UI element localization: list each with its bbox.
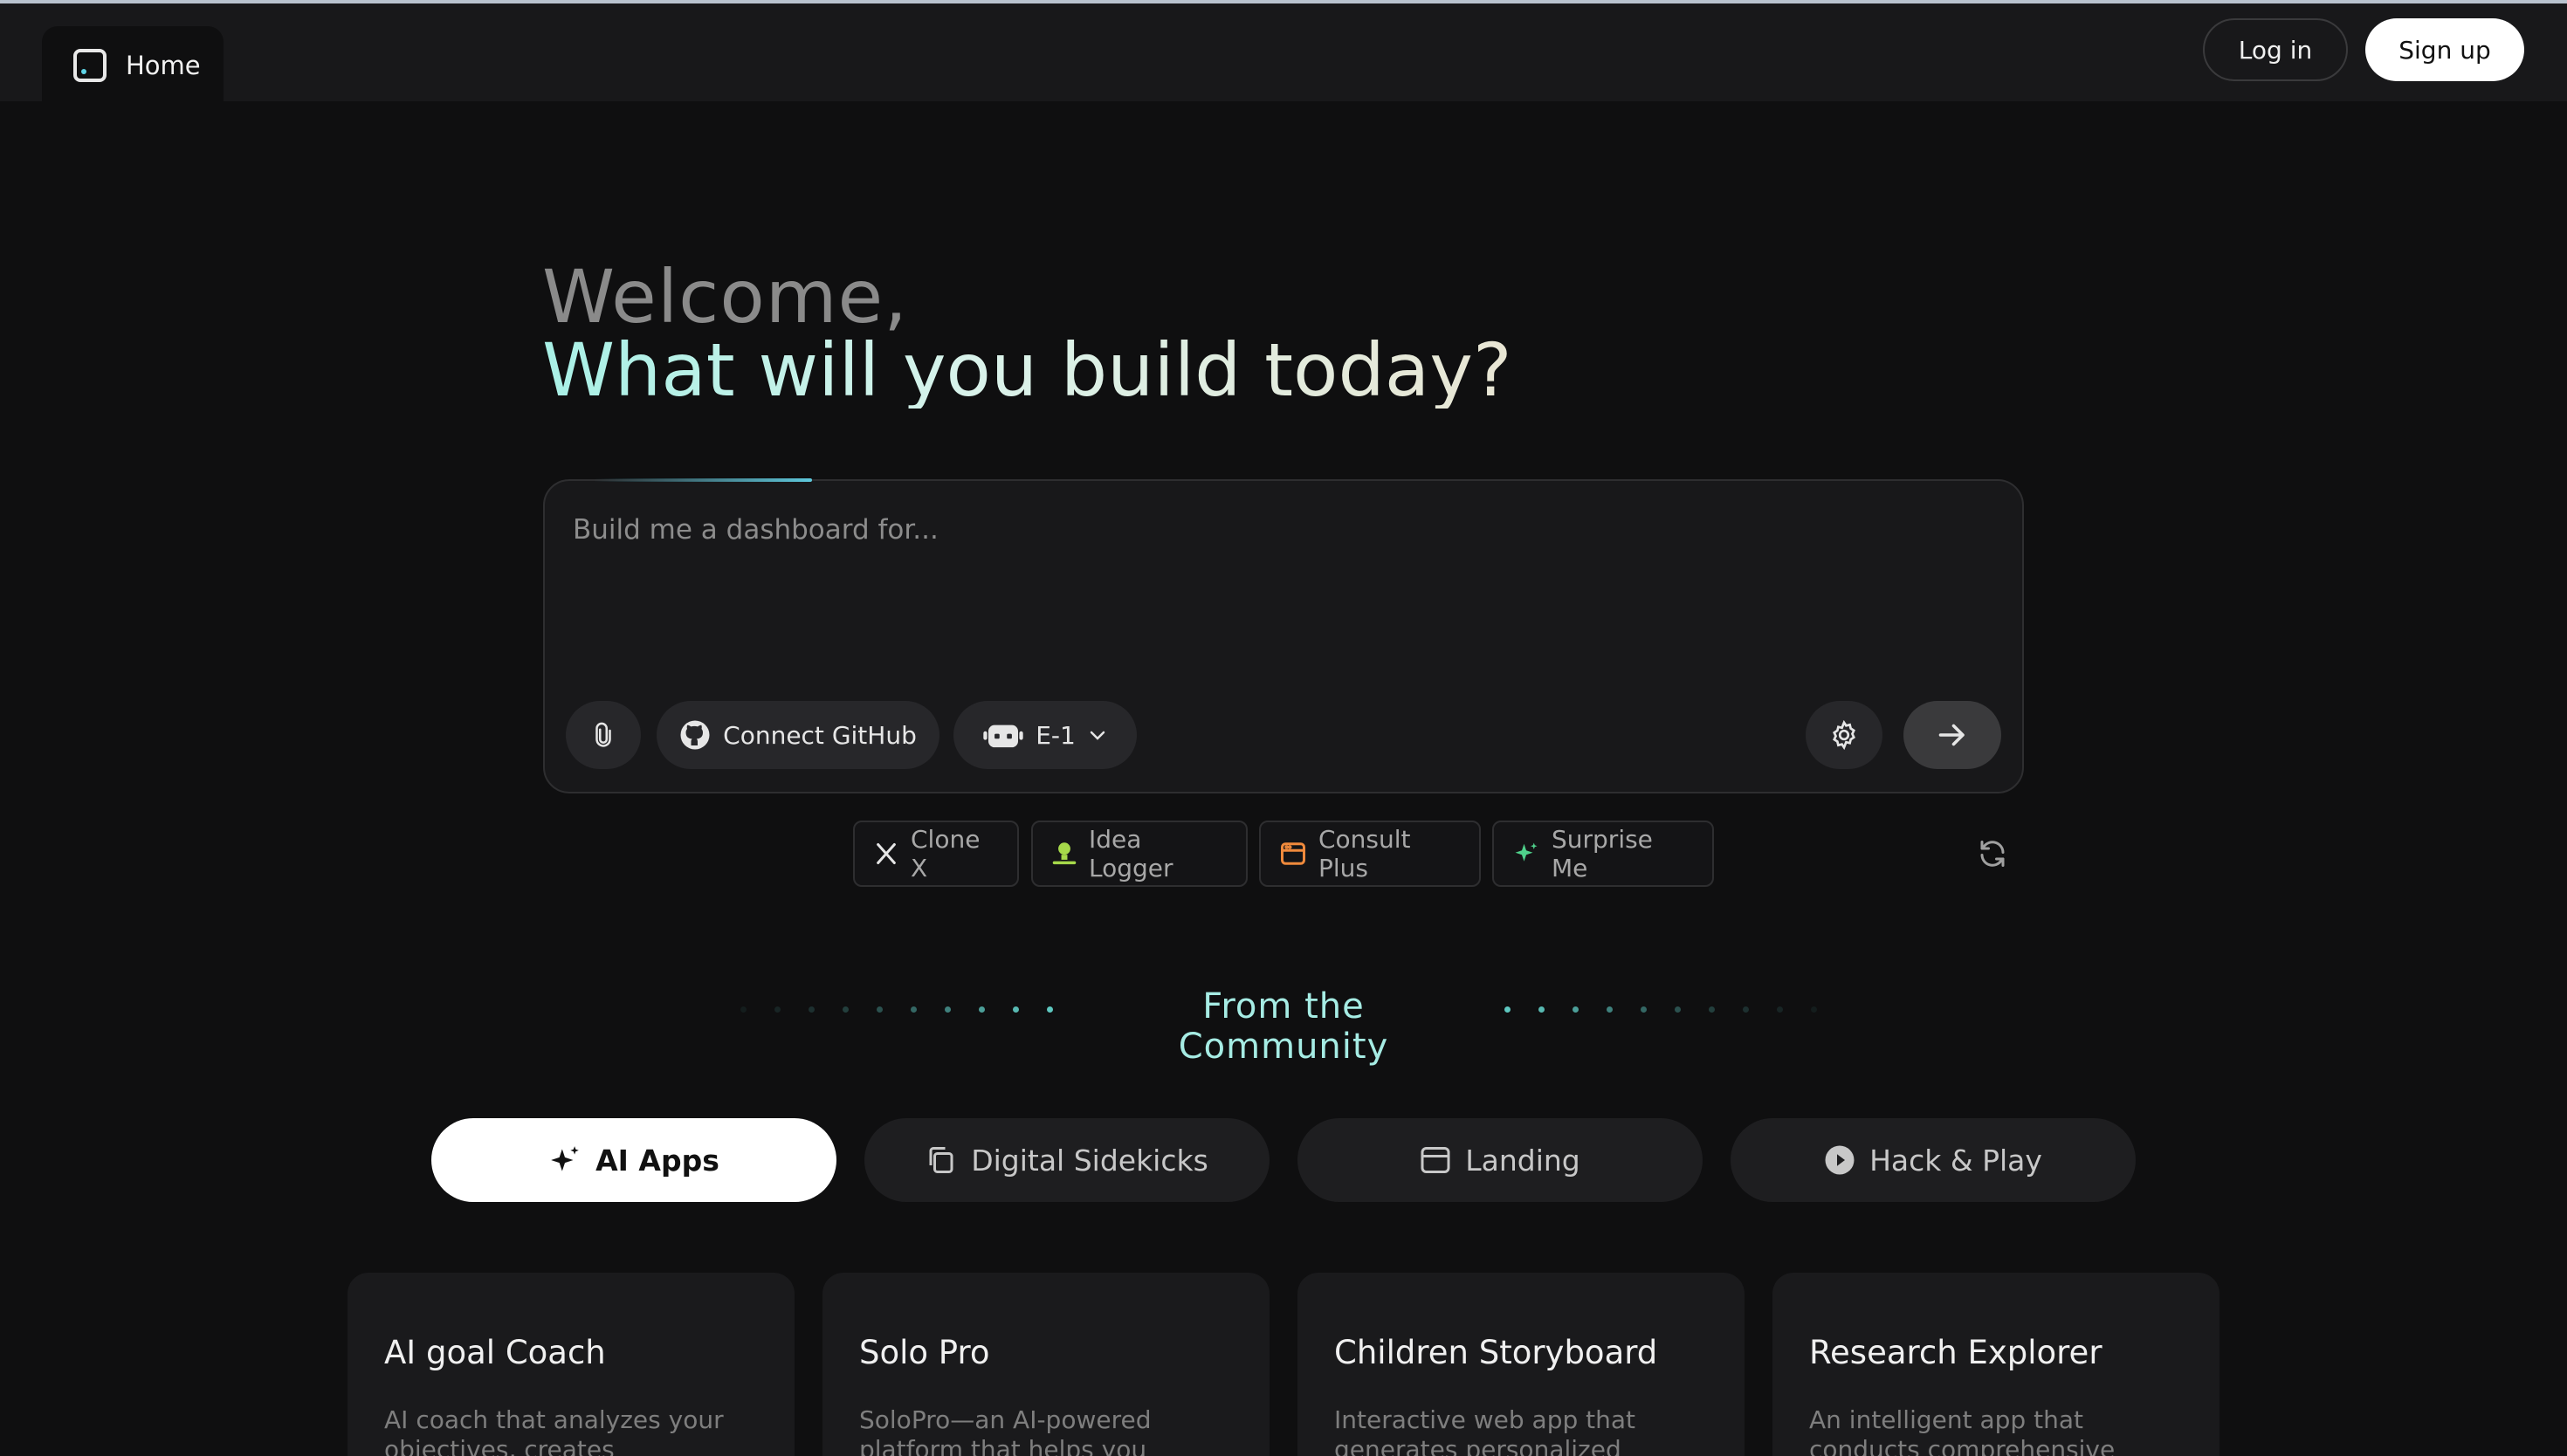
divider-dots-right <box>1504 1006 1817 1013</box>
suggestion-label: Idea Logger <box>1089 825 1173 883</box>
card-title: Solo Pro <box>859 1334 990 1371</box>
welcome-text: Welcome, <box>542 254 908 340</box>
card-description: AI coach that analyzes your objectives, … <box>384 1405 724 1456</box>
arrow-right-icon <box>1937 722 1968 748</box>
community-card[interactable]: Research Explorer An intelligent app tha… <box>1772 1273 2219 1456</box>
community-section-title: From the Community <box>1178 986 1389 1067</box>
browser-icon <box>1420 1145 1451 1175</box>
card-description: SoloPro—an AI-powered platform that help… <box>859 1405 1152 1456</box>
suggestion-label: Consult Plus <box>1318 825 1411 883</box>
tab-label: Landing <box>1465 1143 1580 1178</box>
send-button[interactable] <box>1903 701 2001 769</box>
page-title: What will you build today? <box>542 327 1512 413</box>
suggestion-label: Clone X <box>911 825 981 883</box>
community-card[interactable]: AI goal Coach AI coach that analyzes you… <box>348 1273 795 1456</box>
suggestion-label: Surprise Me <box>1552 825 1653 883</box>
tab-ai-apps[interactable]: AI Apps <box>431 1118 836 1202</box>
top-bar: Home <box>0 3 2567 105</box>
tab-label: AI Apps <box>595 1143 719 1178</box>
divider-dots-left <box>740 1006 1053 1013</box>
connect-github-button[interactable]: Connect GitHub <box>657 701 939 769</box>
home-tab-label: Home <box>126 51 201 80</box>
x-logo-icon <box>874 841 898 866</box>
sparkle-icon <box>548 1144 582 1177</box>
sparkle-icon <box>1513 841 1539 867</box>
attach-button[interactable] <box>566 701 641 769</box>
card-title: Research Explorer <box>1809 1334 2102 1371</box>
model-selector[interactable]: E-1 <box>953 701 1137 769</box>
model-label: E-1 <box>1036 720 1076 750</box>
chevron-down-icon <box>1088 729 1107 741</box>
play-icon <box>1824 1144 1855 1176</box>
community-card[interactable]: Children Storyboard Interactive web app … <box>1297 1273 1745 1456</box>
window-icon <box>1280 841 1306 866</box>
suggestion-chip[interactable]: Clone X <box>853 821 1019 887</box>
tab-landing[interactable]: Landing <box>1297 1118 1703 1202</box>
card-description: Interactive web app that generates perso… <box>1334 1405 1635 1456</box>
github-icon <box>679 719 711 751</box>
community-card[interactable]: Solo Pro SoloPro—an AI-powered platform … <box>822 1273 1270 1456</box>
suggestion-chip[interactable]: Consult Plus <box>1259 821 1481 887</box>
prompt-input[interactable] <box>573 508 1970 552</box>
page: Home Log in Sign up Welcome, What will y… <box>0 0 2567 1456</box>
paperclip-icon <box>590 720 616 750</box>
tab-hack-and-play[interactable]: Hack & Play <box>1731 1118 2136 1202</box>
signup-button[interactable]: Sign up <box>2365 18 2524 81</box>
refresh-icon[interactable] <box>1977 838 2008 869</box>
tab-label: Digital Sidekicks <box>971 1143 1208 1178</box>
prompt-glow-accent <box>594 478 812 482</box>
tab-digital-sidekicks[interactable]: Digital Sidekicks <box>864 1118 1270 1202</box>
card-title: AI goal Coach <box>384 1334 606 1371</box>
suggestion-chip[interactable]: Surprise Me <box>1492 821 1714 887</box>
copy-icon <box>926 1144 957 1176</box>
gear-icon <box>1828 719 1860 751</box>
lightbulb-icon <box>1052 841 1077 867</box>
suggestion-chip[interactable]: Idea Logger <box>1031 821 1248 887</box>
card-description: An intelligent app that conducts compreh… <box>1809 1405 2116 1456</box>
robot-icon <box>983 720 1023 750</box>
app-window-icon <box>73 49 107 82</box>
card-title: Children Storyboard <box>1334 1334 1658 1371</box>
login-button[interactable]: Log in <box>2203 18 2348 81</box>
tab-label: Hack & Play <box>1869 1143 2042 1178</box>
settings-button[interactable] <box>1806 701 1882 769</box>
home-tab[interactable]: Home <box>42 26 224 105</box>
connect-github-label: Connect GitHub <box>723 720 917 750</box>
